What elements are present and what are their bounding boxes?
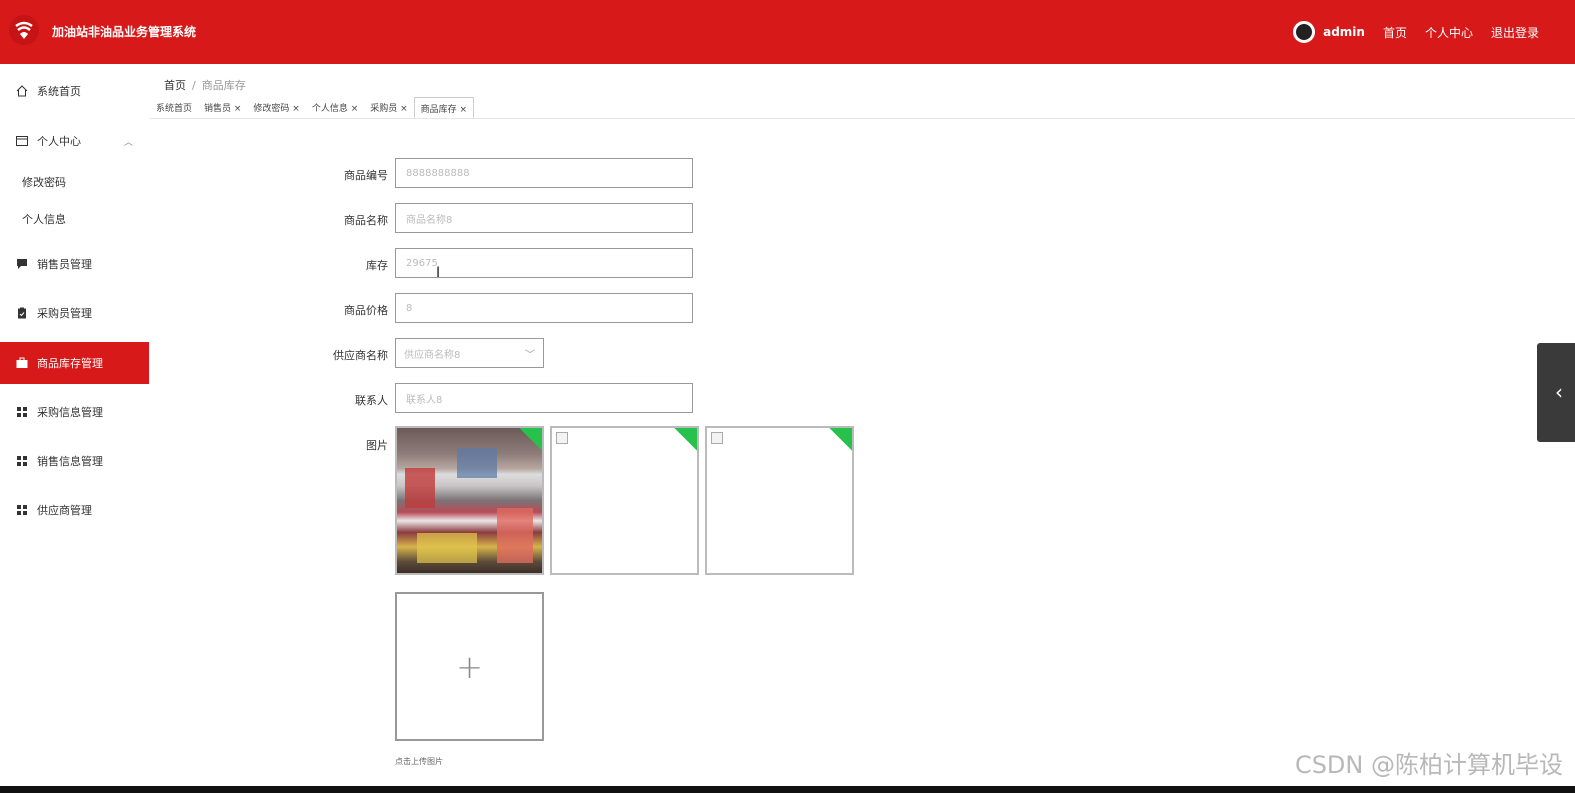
user-avatar[interactable] [1293,21,1316,43]
sidebar-item-purchase-info[interactable]: 采购信息管理 [0,391,149,433]
app-title: 加油站非油品业务管理系统 [52,25,197,39]
text-cursor-icon: Ⅰ [436,265,441,281]
tab-stock[interactable]: 商品库存 × [413,97,475,118]
contact-label: 联系人 [355,394,388,407]
product-name-input[interactable]: 商品名称8 [395,203,693,233]
breadcrumb-home[interactable]: 首页 [164,79,186,92]
image-upload-button[interactable]: + [395,592,544,741]
stock-label: 库存 [366,259,388,272]
grid-icon [16,406,28,418]
sidebar: 系统首页 个人中心 ︿ 修改密码 个人信息 销售员管理 采购员管理 商品库存管理… [0,64,149,786]
sidebar-item-label: 商品库存管理 [37,357,103,370]
price-label: 商品价格 [344,304,388,317]
grid-icon [16,455,28,467]
sidebar-item-label: 采购员管理 [37,307,92,320]
image-label: 图片 [366,439,388,452]
sidebar-item-label: 个人中心 [37,135,81,148]
sidebar-item-home[interactable]: 系统首页 [0,70,149,112]
grid-icon [16,504,28,516]
product-image-3[interactable] [705,426,854,575]
tab-purchaser[interactable]: 采购员 × [364,97,413,118]
side-panel-toggle[interactable]: ‹ [1537,343,1575,442]
supplier-name-label: 供应商名称 [333,349,388,362]
sidebar-item-sales-info[interactable]: 销售信息管理 [0,440,149,482]
sidebar-item-label: 销售信息管理 [37,455,103,468]
tab-system-home[interactable]: 系统首页 [150,97,198,118]
sidebar-item-label: 供应商管理 [37,504,92,517]
product-image-1[interactable] [395,426,544,575]
uploaded-check-badge [829,428,852,451]
sidebar-subitem-personal-info[interactable]: 个人信息 [22,211,66,227]
nav-home-link[interactable]: 首页 [1383,24,1407,41]
tab-salesperson[interactable]: 销售员 × [198,97,247,118]
tab-personal-info[interactable]: 个人信息 × [306,97,364,118]
logout-link[interactable]: 退出登录 [1491,24,1539,41]
home-icon [16,85,28,97]
plus-icon: + [456,647,483,686]
broken-image-icon [556,432,568,444]
product-code-input[interactable]: 8888888888 [395,158,693,188]
top-header: 加油站非油品业务管理系统 admin 首页 个人中心 退出登录 [0,0,1575,64]
store-shelf-photo [397,428,542,573]
sidebar-item-supplier[interactable]: 供应商管理 [0,489,149,531]
tabs-divider [150,118,1575,119]
upload-tip: 点击上传图片 [395,757,443,766]
breadcrumb-separator: / [192,79,196,92]
price-input[interactable]: 8 [395,293,693,323]
product-code-label: 商品编号 [344,169,388,182]
sidebar-item-label: 系统首页 [37,85,81,98]
watermark: CSDN @陈柏计算机毕设 [1294,751,1563,779]
breadcrumb: 首页 / 商品库存 [164,77,246,93]
breadcrumb-current: 商品库存 [201,79,246,92]
supplier-name-select[interactable]: 供应商名称8 ﹀ [395,338,544,368]
sidebar-item-label: 采购信息管理 [37,406,103,419]
supplier-name-value: 供应商名称8 [404,349,461,361]
sidebar-item-stock[interactable]: 商品库存管理 [0,342,149,384]
sidebar-item-purchaser[interactable]: 采购员管理 [0,292,149,334]
briefcase-icon [16,357,28,369]
sidebar-item-personal-center[interactable]: 个人中心 ︿ [0,120,149,162]
product-image-2[interactable] [550,426,699,575]
chat-icon [16,258,28,270]
gas-station-logo-icon [8,14,40,46]
sidebar-item-label: 销售员管理 [37,258,92,271]
chevron-left-icon: ‹ [1555,380,1563,404]
wallet-icon [16,135,28,147]
tab-change-password[interactable]: 修改密码 × [247,97,305,118]
broken-image-icon [711,432,723,444]
nav-profile-link[interactable]: 个人中心 [1425,24,1473,41]
product-name-label: 商品名称 [344,214,388,227]
uploaded-check-badge [674,428,697,451]
bottom-bar [0,786,1575,793]
contact-input[interactable]: 联系人8 [395,383,693,413]
sidebar-item-salesperson[interactable]: 销售员管理 [0,243,149,285]
chevron-up-icon: ︿ [123,137,133,148]
chevron-down-icon: ﹀ [525,349,535,361]
tab-bar: 系统首页 销售员 × 修改密码 × 个人信息 × 采购员 × 商品库存 × [150,97,475,118]
clipboard-icon [16,307,28,319]
sidebar-subitem-change-password[interactable]: 修改密码 [22,174,66,190]
username-label: admin [1323,25,1365,39]
